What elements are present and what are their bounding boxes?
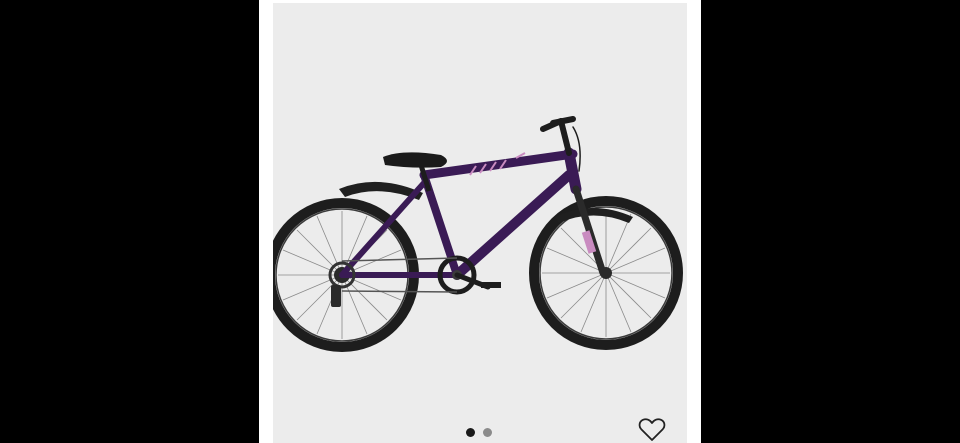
favorite-button[interactable] [637, 416, 667, 443]
carousel-dot-2[interactable] [483, 428, 492, 437]
carousel-dot-1[interactable] [466, 428, 475, 437]
carousel-dots [466, 428, 492, 438]
product-photo[interactable] [273, 3, 687, 443]
bike-illustration [273, 116, 683, 352]
saddle [383, 152, 447, 168]
heart-icon [638, 418, 666, 441]
